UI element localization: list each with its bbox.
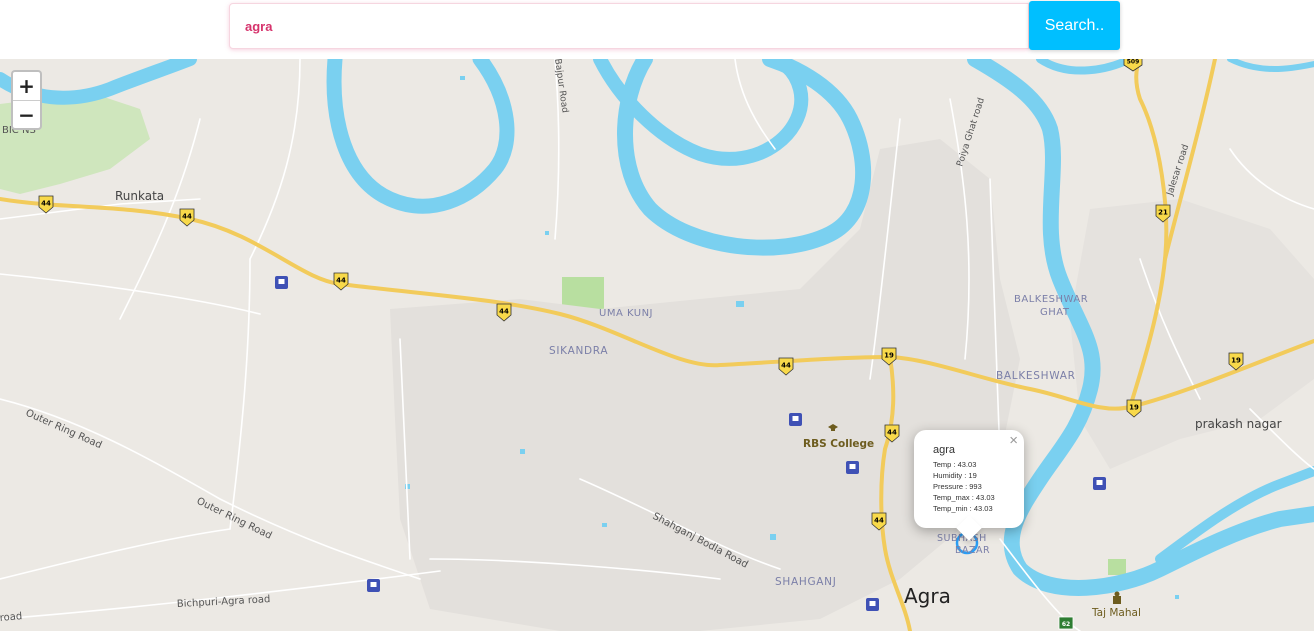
city-label: Agra <box>904 584 951 608</box>
urban-area <box>390 139 1020 631</box>
place-label: Runkata <box>115 189 164 203</box>
popup-humidity: Humidity : 19 <box>933 471 977 480</box>
zoom-out-button[interactable]: − <box>13 101 40 129</box>
road-label: Bajpur Road <box>552 59 570 114</box>
place-label: BAZAR <box>955 545 990 556</box>
svg-text:44: 44 <box>887 429 897 437</box>
popup-pressure: Pressure : 993 <box>933 482 982 491</box>
shield-62: 62 <box>1058 616 1074 630</box>
popup-city: agra <box>933 444 956 456</box>
park-taj <box>1108 559 1126 575</box>
road-label: road <box>0 611 23 624</box>
svg-text:44: 44 <box>781 362 791 370</box>
place-label: GHAT <box>1040 307 1070 318</box>
weather-popup: × agra Temp : 43.03 Humidity : 19 Pressu… <box>914 430 1024 541</box>
monument-icon <box>1113 591 1121 604</box>
shield-509: 509 <box>1123 59 1143 72</box>
svg-text:44: 44 <box>41 200 51 208</box>
svg-text:62: 62 <box>1062 621 1070 628</box>
svg-text:19: 19 <box>884 352 894 360</box>
river-top-right <box>1036 59 1134 75</box>
svg-text:19: 19 <box>1231 357 1241 365</box>
river-ne-corner <box>1227 59 1314 72</box>
popup-temp-min: Temp_min : 43.03 <box>933 504 993 513</box>
place-label: SIKANDRA <box>549 345 608 357</box>
search-input[interactable] <box>229 3 1029 49</box>
road-label: Outer Ring Road <box>24 408 104 452</box>
place-label: prakash nagar <box>1195 417 1282 431</box>
place-label: BALKESHWAR <box>996 370 1076 382</box>
map-tiles: 44 44 44 44 44 44 44 19 19 19 21 509 62 <box>0 59 1314 631</box>
place-label: BALKESHWAR <box>1014 294 1088 305</box>
svg-text:44: 44 <box>874 517 884 525</box>
shield-44: 44 <box>38 195 54 214</box>
svg-text:44: 44 <box>336 277 346 285</box>
popup-temp-max: Temp_max : 43.03 <box>933 493 995 502</box>
river-loop-1 <box>326 59 515 214</box>
top-bar: Search.. <box>0 0 1314 59</box>
svg-text:44: 44 <box>499 308 509 316</box>
svg-text:19: 19 <box>1129 404 1139 412</box>
road-label: Bichpuri-Agra road <box>177 594 271 610</box>
poi-label: Taj Mahal <box>1091 607 1141 619</box>
zoom-control: + − <box>11 70 42 130</box>
zoom-in-button[interactable]: + <box>13 72 40 101</box>
place-label: SUBHASH <box>937 533 987 544</box>
svg-text:509: 509 <box>1127 59 1140 66</box>
shield-44: 44 <box>333 272 349 291</box>
svg-text:21: 21 <box>1158 209 1168 217</box>
svg-text:44: 44 <box>182 213 192 221</box>
search-button[interactable]: Search.. <box>1029 1 1120 50</box>
place-label: SHAHGANJ <box>775 576 837 588</box>
place-label: UMA KUNJ <box>599 308 653 319</box>
map-canvas[interactable]: 44 44 44 44 44 44 44 19 19 19 21 509 62 <box>0 59 1314 631</box>
popup-temp: Temp : 43.03 <box>933 460 977 469</box>
poi-label: RBS College <box>803 438 874 450</box>
road-label: Poiya Ghat road <box>955 97 987 168</box>
shield-44: 44 <box>179 208 195 227</box>
